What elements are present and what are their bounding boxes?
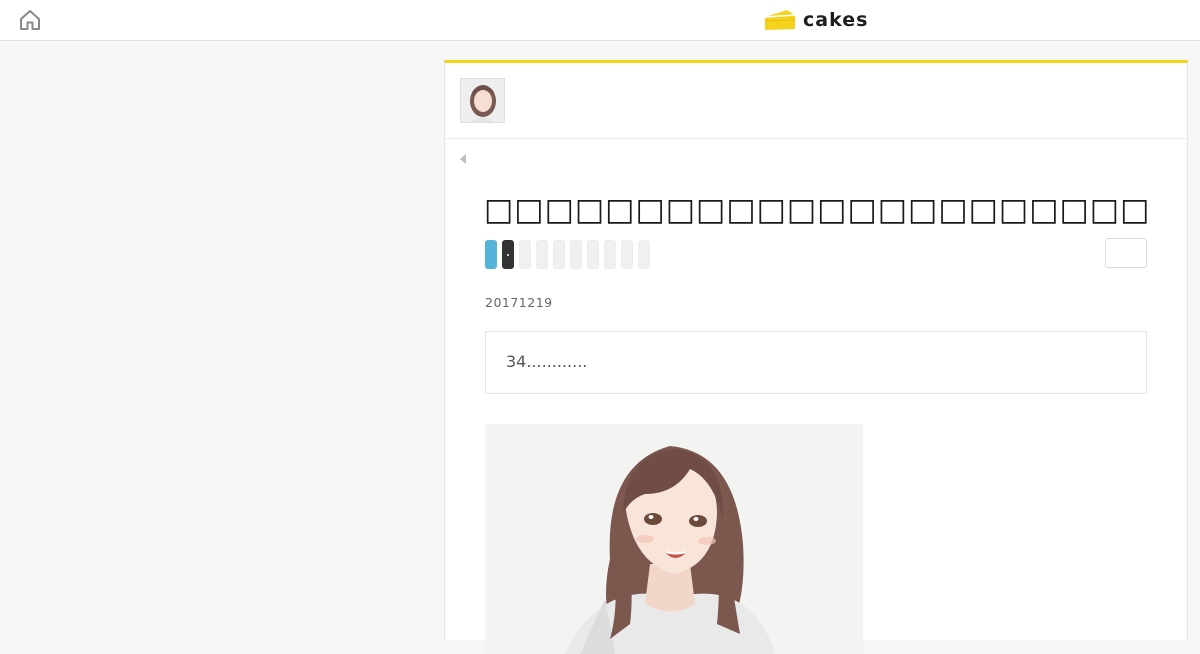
cake-slice-icon: [764, 10, 796, 30]
publish-date: 20171219: [485, 295, 553, 310]
article-title: □□□□□□□□□□□□□□□□□□□□□□: [484, 192, 1151, 228]
logo-text: cakes: [803, 9, 869, 31]
summary-box: 34............: [485, 331, 1147, 394]
top-bar: cakes: [0, 0, 1200, 41]
share-button[interactable]: [570, 240, 582, 269]
hero-illustration: [485, 424, 863, 654]
summary-text: 34............: [506, 352, 588, 371]
share-button[interactable]: [553, 240, 565, 269]
follow-button[interactable]: [1105, 238, 1147, 268]
caret-left-icon[interactable]: [460, 154, 466, 164]
share-button[interactable]: [621, 240, 633, 269]
article-card: □□□□□□□□□□□□□□□□□□□□□□ 20171219 34......…: [444, 60, 1188, 654]
share-buttons: [485, 240, 650, 269]
share-button[interactable]: [638, 240, 650, 269]
site-logo[interactable]: cakes: [763, 6, 868, 34]
share-button[interactable]: [587, 240, 599, 269]
twitter-share-button[interactable]: [485, 240, 497, 269]
author-avatar[interactable]: [460, 78, 505, 123]
share-button[interactable]: [519, 240, 531, 269]
share-button[interactable]: [536, 240, 548, 269]
home-icon[interactable]: [18, 8, 42, 32]
share-button[interactable]: [604, 240, 616, 269]
author-bar: [445, 63, 1187, 164]
note-share-button[interactable]: [502, 240, 514, 269]
